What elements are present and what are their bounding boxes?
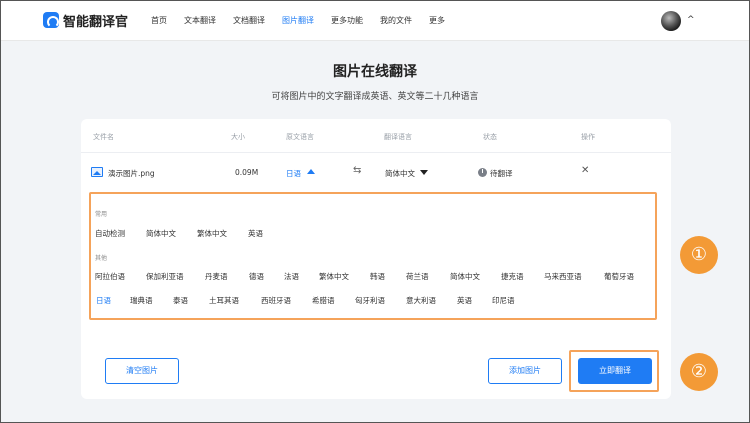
clear-images-button[interactable]: 清空图片 <box>105 358 179 384</box>
lang-option[interactable]: 英语 <box>457 295 472 306</box>
row-filename: 演示图片.png <box>108 169 155 178</box>
nav-item-more[interactable]: 更多 <box>429 1 445 41</box>
lang-option[interactable]: 意大利语 <box>406 295 436 306</box>
nav-item-my-files[interactable]: 我的文件 <box>380 1 412 41</box>
close-icon[interactable]: ✕ <box>581 165 589 176</box>
header-target-lang: 翻译语言 <box>384 133 412 141</box>
lang-option[interactable]: 简体中文 <box>450 271 480 282</box>
app-brand[interactable]: 智能翻译官 <box>63 11 128 30</box>
lang-option[interactable]: 土耳其语 <box>209 295 239 306</box>
group-label-common: 常用 <box>95 211 108 218</box>
lang-option[interactable]: 西班牙语 <box>261 295 291 306</box>
header-size: 大小 <box>231 133 245 141</box>
translate-button-highlight <box>569 350 659 392</box>
header-source-lang: 原文语言 <box>286 133 314 141</box>
lang-option[interactable]: 荷兰语 <box>406 271 429 282</box>
step-badge-1: ① <box>680 236 718 274</box>
chevron-up-icon[interactable]: ^ <box>687 15 695 25</box>
group-label-other: 其他 <box>95 255 108 262</box>
header-action: 操作 <box>581 133 595 141</box>
top-navbar: 智能翻译官 首页 文本翻译 文档翻译 图片翻译 更多功能 我的文件 更多 ^ <box>1 1 749 41</box>
lang-option[interactable]: 繁体中文 <box>197 228 227 239</box>
nav-item-more-features[interactable]: 更多功能 <box>331 1 363 41</box>
lang-option[interactable]: 阿拉伯语 <box>95 271 125 282</box>
swap-icon[interactable]: ⇆ <box>353 165 361 176</box>
target-lang-select[interactable]: 简体中文 <box>385 168 415 179</box>
lang-option[interactable]: 马来西亚语 <box>544 271 582 282</box>
lang-option[interactable]: 自动检测 <box>95 228 125 239</box>
nav-item-image-translate[interactable]: 图片翻译 <box>282 1 314 41</box>
caret-up-icon[interactable] <box>307 169 315 174</box>
main-nav: 首页 文本翻译 文档翻译 图片翻译 更多功能 我的文件 更多 <box>151 1 462 41</box>
page-subtitle: 可将图片中的文字翻译成英语、英文等二十几种语言 <box>271 92 479 102</box>
lang-option[interactable]: 匈牙利语 <box>355 295 385 306</box>
table-header: 文件名 大小 原文语言 翻译语言 状态 操作 <box>81 119 671 153</box>
lang-option[interactable]: 德语 <box>249 271 264 282</box>
lang-option[interactable]: 希腊语 <box>312 295 335 306</box>
lang-option[interactable]: 丹麦语 <box>205 271 228 282</box>
lang-option[interactable]: 保加利亚语 <box>146 271 184 282</box>
source-lang-select[interactable]: 日语 <box>286 168 301 179</box>
row-size: 0.09M <box>235 168 259 177</box>
lang-option[interactable]: 瑞典语 <box>130 295 153 306</box>
nav-item-text-translate[interactable]: 文本翻译 <box>184 1 216 41</box>
app-logo-icon[interactable] <box>43 12 59 28</box>
lang-option[interactable]: 简体中文 <box>146 228 176 239</box>
row-status: 待翻译 <box>490 169 513 178</box>
image-file-icon <box>91 167 103 177</box>
nav-item-home[interactable]: 首页 <box>151 1 167 41</box>
lang-option[interactable]: 法语 <box>284 271 299 282</box>
lang-option[interactable]: 葡萄牙语 <box>604 271 634 282</box>
step-badge-2: ② <box>680 353 718 391</box>
lang-option[interactable]: 繁体中文 <box>319 271 349 282</box>
language-dropdown-panel: 常用 自动检测 简体中文 繁体中文 英语 其他 阿拉伯语 保加利亚语 丹麦语 德… <box>89 192 657 320</box>
clock-icon <box>478 168 487 177</box>
header-filename: 文件名 <box>93 133 114 141</box>
avatar[interactable] <box>661 11 681 31</box>
lang-option[interactable]: 捷克语 <box>501 271 524 282</box>
add-image-button[interactable]: 添加图片 <box>488 358 562 384</box>
page-title: 图片在线翻译 <box>333 64 417 80</box>
caret-down-icon[interactable] <box>420 170 428 175</box>
lang-option-selected[interactable]: 日语 <box>96 295 111 306</box>
header-status: 状态 <box>483 133 497 141</box>
lang-option[interactable]: 泰语 <box>173 295 188 306</box>
lang-option[interactable]: 印尼语 <box>492 295 515 306</box>
lang-option[interactable]: 英语 <box>248 228 263 239</box>
lang-option[interactable]: 韩语 <box>370 271 385 282</box>
nav-item-doc-translate[interactable]: 文档翻译 <box>233 1 265 41</box>
